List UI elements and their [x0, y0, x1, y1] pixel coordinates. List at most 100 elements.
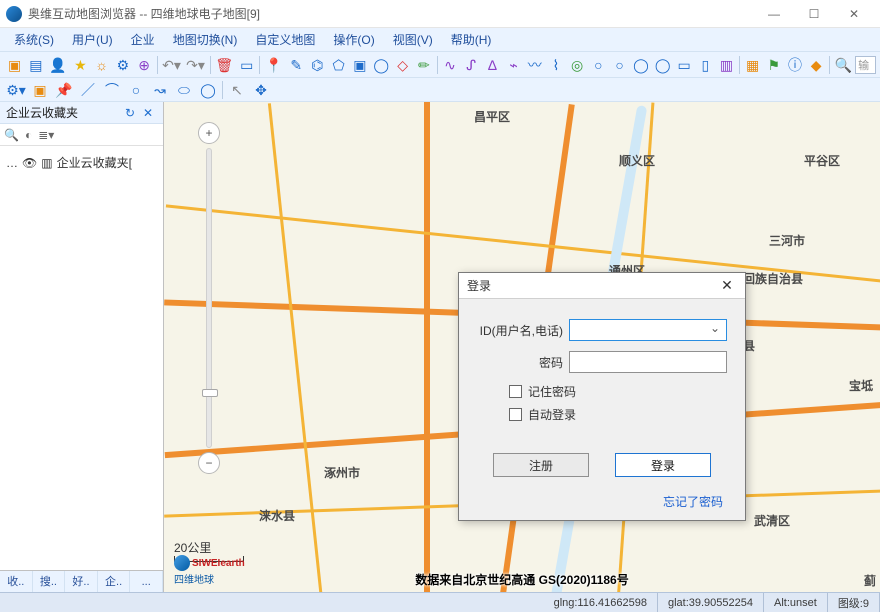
sidetab-ent[interactable]: 企.. [98, 571, 131, 592]
menu-enterprise[interactable]: 企业 [123, 29, 163, 50]
flag-icon[interactable]: ◇ [395, 56, 410, 74]
info-icon[interactable]: ⓘ [787, 56, 802, 74]
select-rect-icon[interactable]: ▭ [239, 56, 254, 74]
search-input[interactable]: 输 [855, 56, 876, 74]
shield-icon[interactable]: ⬠ [331, 56, 346, 74]
rect1-icon[interactable]: ▭ [677, 56, 692, 74]
line-tool-icon[interactable]: ／ [79, 81, 97, 99]
sidebar-menu-icon[interactable]: ≣▾ [38, 128, 54, 142]
poly2-icon[interactable]: ᔑ [464, 56, 479, 74]
line1-icon[interactable]: 〰 [527, 56, 542, 74]
sidebar-filter-icon[interactable]: ◐ [25, 128, 32, 142]
folder-icon[interactable]: ▣ [7, 56, 22, 74]
close-button[interactable]: ✕ [834, 0, 874, 28]
dialog-titlebar[interactable]: 登录 ✕ [459, 273, 745, 299]
edit-icon[interactable]: ✎ [289, 56, 304, 74]
poly3-icon[interactable]: ∆ [485, 56, 500, 74]
zoom-out-button[interactable]: − [198, 452, 220, 474]
zoom-slider-track[interactable] [206, 148, 212, 448]
flag2-icon[interactable]: ⚑ [766, 56, 781, 74]
window-titlebar: 奥维互动地图浏览器 -- 四维地球电子地图[9] — ☐ ✕ [0, 0, 880, 28]
menu-mapswitch[interactable]: 地图切换(N) [165, 29, 246, 50]
tree-root-label: 企业云收藏夹[ [57, 154, 132, 171]
circle2-icon[interactable]: ○ [127, 81, 145, 99]
ring-icon[interactable]: ◎ [570, 56, 585, 74]
bars-icon[interactable]: ▥ [719, 56, 734, 74]
cursor-icon[interactable]: ↖ [228, 81, 246, 99]
user-icon[interactable]: 👤 [49, 56, 66, 74]
status-glat: glat:39.90552254 [658, 593, 764, 612]
poly1-icon[interactable]: ∿ [442, 56, 457, 74]
circle-tool-icon[interactable]: ◯ [373, 56, 389, 74]
poly4-icon[interactable]: ⌁ [506, 56, 521, 74]
redo-icon[interactable]: ↷▾ [187, 56, 205, 74]
menu-help[interactable]: 帮助(H) [443, 29, 500, 50]
sun-icon[interactable]: ☼ [94, 56, 109, 74]
toolbar-shape: ⚙▾ ▣ 📌 ／ ⌒ ○ ↝ ⬭ ◯ ↖ ✥ [0, 78, 880, 102]
pencil-icon[interactable]: ✏ [416, 56, 431, 74]
id-input[interactable] [569, 319, 727, 341]
polyline-icon[interactable]: ↝ [151, 81, 169, 99]
diamond-icon[interactable]: ◆ [809, 56, 824, 74]
line2-icon[interactable]: ⌇ [548, 56, 563, 74]
zoom-control: + − [194, 122, 224, 474]
pin2-icon[interactable]: 📌 [55, 81, 73, 99]
sidetab-more[interactable]: ... [130, 571, 163, 592]
rect2-icon[interactable]: ▯ [698, 56, 713, 74]
logo-cn: 四维地球 [174, 571, 245, 586]
ell1-icon[interactable]: ○ [591, 56, 606, 74]
login-button[interactable]: 登录 [615, 453, 711, 477]
menu-operate[interactable]: 操作(O) [325, 29, 382, 50]
scale-label: 20公里 [174, 541, 211, 555]
ell3-icon[interactable]: ◯ [633, 56, 649, 74]
separator [210, 56, 211, 74]
link-icon[interactable]: ⌬ [310, 56, 325, 74]
gear2-icon[interactable]: ⚙▾ [7, 81, 25, 99]
sidebar-search-icon[interactable]: 🔍 [4, 128, 19, 142]
menu-system[interactable]: 系统(S) [6, 29, 62, 50]
save-icon[interactable]: ▤ [28, 56, 43, 74]
note-icon[interactable]: ▣ [31, 81, 49, 99]
ring2-icon[interactable]: ◯ [199, 81, 217, 99]
ellipse-icon[interactable]: ⬭ [175, 81, 193, 99]
search-icon[interactable]: 🔍 [835, 56, 852, 74]
gear-icon[interactable]: ⚙ [115, 56, 130, 74]
remember-label: 记住密码 [528, 383, 576, 400]
sidebar-refresh-icon[interactable]: ↻ [125, 106, 139, 120]
ell2-icon[interactable]: ○ [612, 56, 627, 74]
sidetab-search[interactable]: 搜.. [33, 571, 66, 592]
trash-icon[interactable]: 🗑 [215, 56, 233, 74]
sidebar-tree: … 👁 ▥ 企业云收藏夹[ [0, 146, 163, 570]
sidetab-friend[interactable]: 好.. [65, 571, 98, 592]
zoom-slider-thumb[interactable] [202, 389, 218, 397]
undo-icon[interactable]: ↶▾ [163, 56, 181, 74]
forgot-password-link[interactable]: 忘记了密码 [663, 495, 723, 509]
toolbar-main: ▣ ▤ 👤 ★ ☼ ⚙ ⊕ ↶▾ ↷▾ 🗑 ▭ 📍 ✎ ⌬ ⬠ ▣ ◯ ◇ ✏ … [0, 52, 880, 78]
siwei-globe-icon [174, 555, 190, 571]
sidebar-close-icon[interactable]: ✕ [143, 106, 157, 120]
cube-icon[interactable]: ▣ [352, 56, 367, 74]
menu-user[interactable]: 用户(U) [64, 29, 121, 50]
ell4-icon[interactable]: ◯ [655, 56, 671, 74]
separator [222, 81, 223, 99]
menu-view[interactable]: 视图(V) [385, 29, 441, 50]
dialog-close-button[interactable]: ✕ [717, 277, 737, 294]
autologin-checkbox[interactable]: 自动登录 [509, 406, 727, 423]
pin-icon[interactable]: 📍 [265, 56, 282, 74]
maximize-button[interactable]: ☐ [794, 0, 834, 28]
arc-tool-icon[interactable]: ⌒ [103, 81, 121, 99]
menu-custommap[interactable]: 自定义地图 [247, 29, 323, 50]
sidetab-fav[interactable]: 收.. [0, 571, 33, 592]
table-icon[interactable]: ▦ [745, 56, 760, 74]
remember-checkbox[interactable]: 记住密码 [509, 383, 727, 400]
password-input[interactable] [569, 351, 727, 373]
move-icon[interactable]: ✥ [252, 81, 270, 99]
register-button[interactable]: 注册 [493, 453, 589, 477]
zoom-in-button[interactable]: + [198, 122, 220, 144]
tree-root-item[interactable]: … 👁 ▥ 企业云收藏夹[ [4, 152, 159, 173]
minimize-button[interactable]: — [754, 0, 794, 28]
star-icon[interactable]: ★ [73, 56, 88, 74]
eye-icon[interactable]: 👁 [22, 156, 37, 170]
map-canvas[interactable]: 昌平区 顺义区 平谷区 通州区 三河市 大厂回族自治县 香河县 廊坊 武清区 涿… [164, 102, 880, 592]
globe-icon[interactable]: ⊕ [136, 56, 151, 74]
